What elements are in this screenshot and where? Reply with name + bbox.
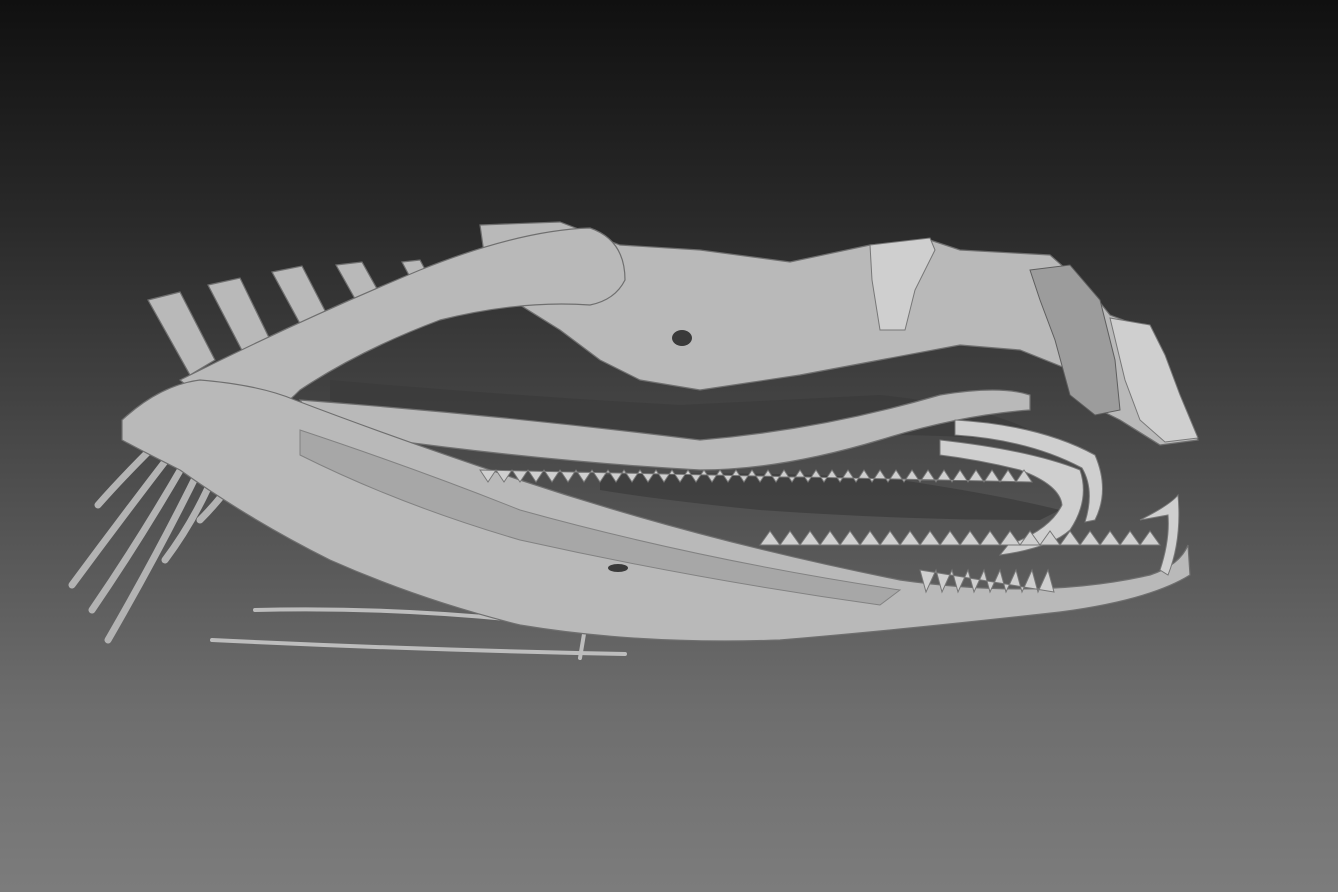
snake-skull-model[interactable] xyxy=(0,0,1338,892)
fangs xyxy=(939,419,1103,556)
3d-viewport[interactable] xyxy=(0,0,1338,892)
